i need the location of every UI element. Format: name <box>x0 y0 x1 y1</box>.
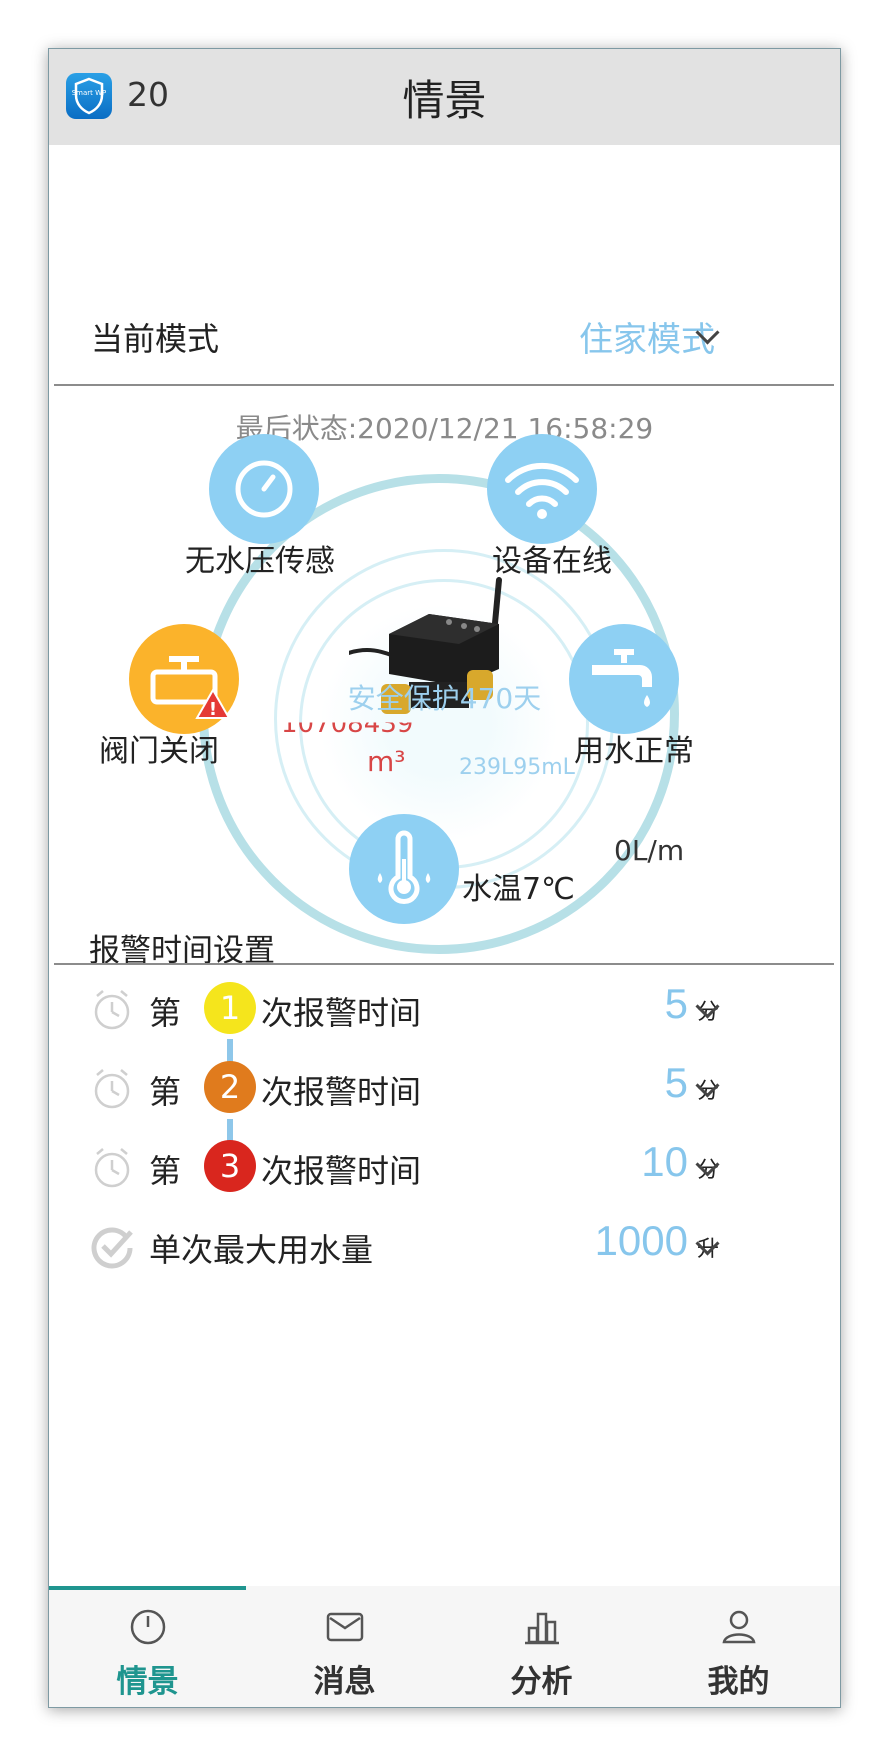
mode-label: 当前模式 <box>91 320 220 358</box>
mode-value[interactable]: 住家模式 <box>579 312 715 361</box>
pressure-status: 无水压传感 <box>185 544 335 579</box>
alarm-value[interactable]: 10 <box>641 1138 688 1186</box>
check-circle-icon <box>91 1227 133 1269</box>
alarm-clock-icon <box>94 1069 130 1109</box>
temperature-status: 水温7℃ <box>462 872 575 907</box>
alarm-row-2[interactable]: 第 2 次报警时间 5 分 <box>49 1053 840 1133</box>
alarm-value[interactable]: 5 <box>665 1059 688 1107</box>
tab-label: 我的 <box>707 1664 770 1700</box>
user-icon <box>722 1610 756 1644</box>
page-title: 情景 <box>402 76 487 125</box>
tab-label: 情景 <box>116 1664 179 1700</box>
title-bar: Smart WP 20 情景 <box>49 49 840 145</box>
online-status: 设备在线 <box>492 544 612 579</box>
bar-chart-icon <box>525 1612 559 1645</box>
bottom-nav: 情景 消息 分析 我的 <box>49 1586 840 1707</box>
meter-unit: m³ <box>367 745 406 778</box>
protection-days: 安全保护470天 <box>347 682 542 715</box>
tab-label: 消息 <box>313 1664 376 1700</box>
alarm-index-badge: 2 <box>204 1061 256 1113</box>
usage-status: 用水正常 <box>574 734 694 769</box>
wifi-icon[interactable] <box>487 434 597 544</box>
tab-scene[interactable]: 情景 <box>49 1586 246 1707</box>
alarm-prefix: 第 <box>149 1152 182 1190</box>
alarm-clock-icon <box>94 1148 130 1188</box>
max-usage-row[interactable]: 单次最大用水量 1000 升 <box>49 1211 840 1291</box>
tab-mine[interactable]: 我的 <box>640 1586 837 1707</box>
envelope-icon <box>326 1612 364 1642</box>
divider <box>54 384 834 386</box>
alarm-label: 次报警时间 <box>261 1073 422 1111</box>
alarm-row-3[interactable]: 第 3 次报警时间 10 分 <box>49 1132 840 1212</box>
alarm-label: 次报警时间 <box>261 1152 422 1190</box>
max-usage-value[interactable]: 1000 <box>595 1217 688 1265</box>
alarm-clock-icon <box>94 990 130 1030</box>
divider <box>54 963 834 965</box>
max-usage-label: 单次最大用水量 <box>149 1231 374 1269</box>
valve-status: 阀门关闭 <box>99 734 219 769</box>
alarm-index-badge: 3 <box>204 1140 256 1192</box>
tab-label: 分析 <box>510 1664 573 1700</box>
alarm-prefix: 第 <box>149 994 182 1032</box>
alarm-label: 次报警时间 <box>261 994 422 1032</box>
pressure-gauge-icon[interactable] <box>209 434 319 544</box>
phone-screen: Smart WP 20 情景 当前模式 住家模式 最后状态:2020/12/21… <box>48 48 841 1708</box>
gauge-icon <box>130 1609 166 1645</box>
alarm-row-1[interactable]: 第 1 次报警时间 5 分 <box>49 974 840 1054</box>
alarm-prefix: 第 <box>149 1073 182 1111</box>
last-status-time: 最后状态:2020/12/21 16:58:29 <box>235 412 654 445</box>
tab-messages[interactable]: 消息 <box>246 1586 443 1707</box>
thermometer-icon[interactable] <box>349 814 459 924</box>
mode-selector[interactable]: 当前模式 住家模式 <box>49 304 840 374</box>
tab-analysis[interactable]: 分析 <box>443 1586 640 1707</box>
small-volume: 239L95mL <box>459 755 575 780</box>
alarm-index-badge: 1 <box>204 982 256 1034</box>
alarm-value[interactable]: 5 <box>665 980 688 1028</box>
flow-rate: 0L/m <box>614 834 685 867</box>
